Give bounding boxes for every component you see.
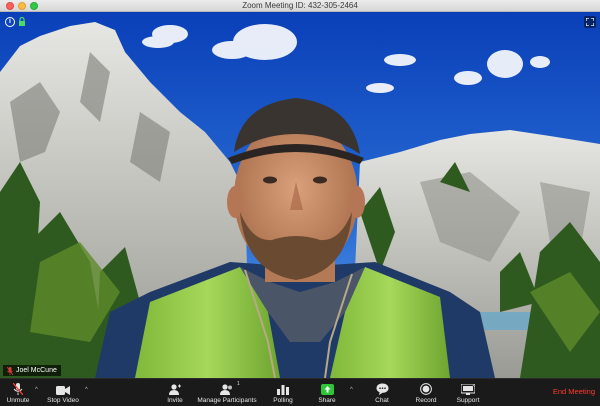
share-button[interactable]: Share [314, 379, 340, 406]
support-options-caret[interactable]: ^ [472, 385, 475, 391]
info-icon[interactable]: i [5, 17, 15, 27]
window-title: Zoom Meeting ID: 432-305-2464 [242, 1, 358, 10]
invite-label: Invite [167, 397, 183, 404]
video-feed [0, 12, 600, 378]
video-options-caret[interactable]: ^ [85, 387, 88, 393]
share-label: Share [318, 397, 336, 404]
chat-button[interactable]: Chat [368, 379, 396, 406]
audio-options-caret[interactable]: ^ [35, 387, 38, 393]
stop-video-button[interactable]: Stop Video [44, 379, 82, 406]
polling-icon [277, 382, 289, 395]
share-screen-icon [320, 382, 334, 395]
support-label: Support [456, 397, 480, 404]
unmute-label: Unmute [6, 397, 30, 404]
mic-muted-icon [7, 366, 13, 375]
chat-icon [376, 382, 389, 395]
participants-count: 1 [237, 381, 240, 387]
expand-icon[interactable] [584, 16, 596, 28]
lock-icon[interactable] [18, 17, 26, 27]
unmute-button[interactable]: Unmute [4, 379, 32, 406]
meeting-toolbar: Unmute ^ Stop Video ^ Invite Manage Part… [0, 378, 600, 406]
polling-button[interactable]: Polling [269, 379, 297, 406]
polling-label: Polling [273, 397, 293, 404]
record-label: Record [415, 397, 437, 404]
stop-video-label: Stop Video [47, 397, 79, 404]
participants-icon [220, 382, 234, 395]
participant-name-tag: Joel McCune [3, 365, 61, 376]
zoom-window: Zoom Meeting ID: 432-305-2464 i Joel McC… [0, 0, 600, 406]
mic-muted-icon [13, 382, 23, 395]
title-bar: Zoom Meeting ID: 432-305-2464 [0, 0, 600, 12]
support-button[interactable]: Support [454, 379, 482, 406]
invite-button[interactable]: Invite [160, 379, 190, 406]
record-icon [420, 382, 432, 395]
manage-participants-label: Manage Participants [197, 397, 257, 404]
share-options-caret[interactable]: ^ [350, 387, 353, 393]
video-stage: i Joel McCune [0, 12, 600, 378]
end-meeting-button[interactable]: End Meeting [553, 387, 595, 396]
record-button[interactable]: Record [412, 379, 440, 406]
chat-label: Chat [375, 397, 389, 404]
invite-icon [169, 382, 181, 395]
video-camera-icon [56, 382, 70, 395]
manage-participants-button[interactable]: Manage Participants [196, 379, 258, 406]
participant-name: Joel McCune [16, 367, 57, 374]
